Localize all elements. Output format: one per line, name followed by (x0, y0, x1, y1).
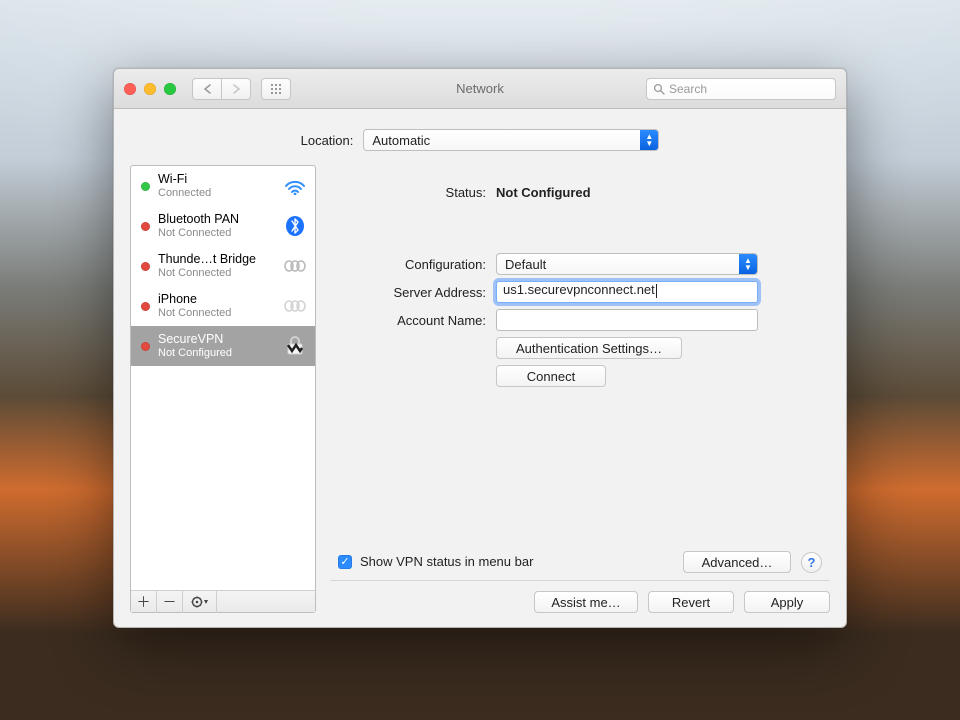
sidebar-item-text: Wi-Fi Connected (158, 172, 211, 200)
minimize-window-button[interactable] (144, 83, 156, 95)
show-all-button[interactable] (261, 78, 291, 100)
traffic-lights (124, 83, 176, 95)
connect-button[interactable]: Connect (496, 365, 606, 387)
status-value: Not Configured (496, 185, 591, 200)
service-sub: Not Connected (158, 266, 256, 280)
service-sub: Not Connected (158, 306, 231, 320)
revert-button[interactable]: Revert (648, 591, 734, 613)
status-dot-icon (141, 342, 150, 351)
service-sub: Connected (158, 186, 211, 200)
help-button[interactable]: ? (801, 552, 822, 573)
assist-me-button[interactable]: Assist me… (534, 591, 638, 613)
bridge-icon (283, 255, 307, 277)
auth-settings-button[interactable]: Authentication Settings… (496, 337, 682, 359)
status-dot-icon (141, 302, 150, 311)
account-name-input[interactable] (496, 309, 758, 331)
location-popup[interactable]: Automatic ▲▼ (363, 129, 659, 151)
service-actions-menu[interactable] (183, 591, 217, 613)
body-columns: Wi-Fi Connected Bluetooth PAN Not Connec… (130, 165, 830, 613)
titlebar: Network Search (114, 69, 846, 109)
status-dot-icon (141, 262, 150, 271)
configuration-row: Configuration: Default ▲▼ (330, 250, 830, 278)
sidebar-item-bluetooth-pan[interactable]: Bluetooth PAN Not Connected (131, 206, 315, 246)
service-name: Bluetooth PAN (158, 212, 239, 226)
account-name-label: Account Name: (330, 313, 486, 328)
service-sub: Not Configured (158, 346, 232, 360)
services-sidebar: Wi-Fi Connected Bluetooth PAN Not Connec… (130, 165, 316, 613)
chevron-up-down-icon: ▲▼ (640, 130, 658, 150)
configuration-popup[interactable]: Default ▲▼ (496, 253, 758, 275)
sidebar-item-iphone[interactable]: iPhone Not Connected (131, 286, 315, 326)
server-address-row: Server Address: us1.securevpnconnect.net (330, 278, 830, 306)
sidebar-item-text: iPhone Not Connected (158, 292, 231, 320)
search-icon (653, 83, 665, 95)
show-vpn-label: Show VPN status in menu bar (360, 554, 533, 569)
sidebar-item-vpn[interactable]: SecureVPN Not Configured (131, 326, 315, 366)
service-sub: Not Connected (158, 226, 239, 240)
status-row: Status: Not Configured (330, 165, 830, 208)
bluetooth-icon (283, 215, 307, 237)
services-list: Wi-Fi Connected Bluetooth PAN Not Connec… (131, 166, 315, 590)
nav-back-forward (192, 78, 251, 100)
detail-pane: Status: Not Configured Configuration: De… (330, 165, 830, 613)
chevron-up-down-icon: ▲▼ (739, 254, 757, 274)
link-icon (283, 295, 307, 317)
sidebar-footer: ＋ － (131, 590, 315, 612)
show-vpn-row: ✓ Show VPN status in menu bar (338, 554, 533, 569)
service-name: Wi-Fi (158, 172, 211, 186)
text-caret-icon (656, 284, 657, 298)
server-address-input[interactable]: us1.securevpnconnect.net (496, 281, 758, 303)
service-name: iPhone (158, 292, 231, 306)
account-name-row: Account Name: (330, 306, 830, 334)
show-vpn-checkbox[interactable]: ✓ (338, 555, 352, 569)
status-label: Status: (330, 185, 486, 200)
sidebar-item-text: Bluetooth PAN Not Connected (158, 212, 239, 240)
search-placeholder: Search (669, 82, 707, 96)
remove-service-button[interactable]: － (157, 591, 183, 613)
location-row: Location: Automatic ▲▼ (130, 123, 830, 165)
forward-button[interactable] (221, 78, 251, 100)
sidebar-item-text: Thunde…t Bridge Not Connected (158, 252, 256, 280)
sidebar-item-wifi[interactable]: Wi-Fi Connected (131, 166, 315, 206)
server-address-label: Server Address: (330, 285, 486, 300)
add-service-button[interactable]: ＋ (131, 591, 157, 613)
configuration-value: Default (505, 257, 546, 272)
zoom-window-button[interactable] (164, 83, 176, 95)
back-button[interactable] (192, 78, 222, 100)
service-name: SecureVPN (158, 332, 232, 346)
gear-icon (191, 596, 209, 608)
apply-button[interactable]: Apply (744, 591, 830, 613)
status-dot-icon (141, 222, 150, 231)
server-address-value: us1.securevpnconnect.net (503, 282, 655, 297)
search-input[interactable]: Search (646, 78, 836, 100)
vpn-lock-icon (283, 335, 307, 357)
location-label: Location: (301, 133, 354, 148)
close-window-button[interactable] (124, 83, 136, 95)
service-name: Thunde…t Bridge (158, 252, 256, 266)
prefs-window: Network Search Location: Automatic ▲▼ Wi… (113, 68, 847, 628)
footer-row: Assist me… Revert Apply (330, 580, 830, 613)
advanced-button[interactable]: Advanced… (683, 551, 791, 573)
sidebar-item-thunderbolt-bridge[interactable]: Thunde…t Bridge Not Connected (131, 246, 315, 286)
wifi-icon (283, 175, 307, 197)
location-value: Automatic (372, 133, 430, 148)
sidebar-item-text: SecureVPN Not Configured (158, 332, 232, 360)
configuration-label: Configuration: (330, 257, 486, 272)
status-dot-icon (141, 182, 150, 191)
content-area: Location: Automatic ▲▼ Wi-Fi Connected (114, 109, 846, 627)
